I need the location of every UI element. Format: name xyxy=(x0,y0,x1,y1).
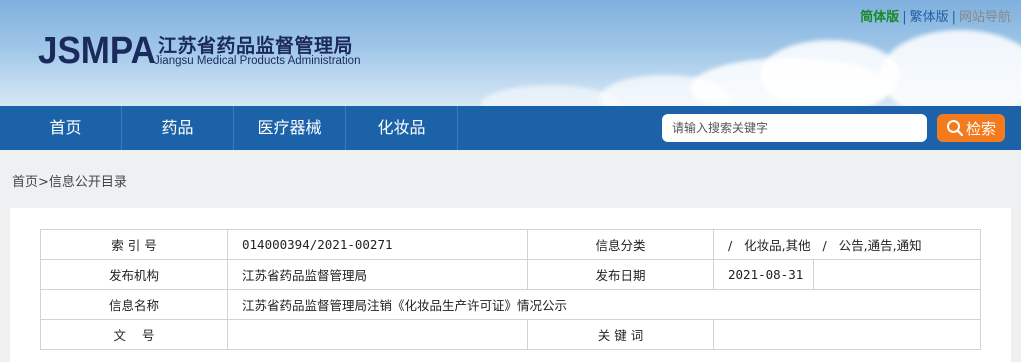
table-row: 文 号 关 键 词 xyxy=(40,319,982,350)
publisher-label: 发布机构 xyxy=(40,259,228,290)
doc-number-label: 文 号 xyxy=(40,319,228,350)
site-name-en: Jiangsu Medical Products Administration xyxy=(154,55,361,67)
link-separator: | xyxy=(951,10,956,25)
category-value: / 化妆品,其他 / 公告,通告,通知 xyxy=(712,229,982,260)
index-value: 014000394/2021-00271 xyxy=(227,229,528,260)
main-nav: 首页 药品 医疗器械 化妆品 检索 xyxy=(0,106,1021,150)
search-input[interactable] xyxy=(662,114,927,142)
table-row: 信息名称 江苏省药品监督管理局注销《化妆品生产许可证》情况公示 xyxy=(40,289,982,320)
link-separator: | xyxy=(902,10,907,25)
empty-cell xyxy=(812,259,982,290)
category-label: 信息分类 xyxy=(527,229,714,260)
nav-item-home[interactable]: 首页 xyxy=(10,106,122,150)
doc-number-value xyxy=(227,319,528,350)
site-logo[interactable]: JSMPA xyxy=(38,30,156,73)
search-button[interactable]: 检索 xyxy=(937,114,1005,142)
simplified-link[interactable]: 简体版 xyxy=(860,10,899,25)
table-row: 发布机构 江苏省药品监督管理局 发布日期 2021-08-31 xyxy=(40,259,982,290)
date-value: 2021-08-31 xyxy=(713,259,814,290)
name-value: 江苏省药品监督管理局注销《化妆品生产许可证》情况公示 xyxy=(226,289,982,320)
date-label: 发布日期 xyxy=(527,259,714,290)
search-button-label: 检索 xyxy=(965,119,996,138)
traditional-link[interactable]: 繁体版 xyxy=(910,10,949,25)
keywords-label: 关 键 词 xyxy=(527,319,714,350)
nav-item-cosmetics[interactable]: 化妆品 xyxy=(346,106,458,150)
cloud-decoration xyxy=(760,40,900,106)
breadcrumb[interactable]: 首页>信息公开目录 xyxy=(12,171,127,190)
header-banner: JSMPA 江苏省药品监督管理局 Jiangsu Medical Product… xyxy=(0,0,1021,106)
keywords-value xyxy=(712,319,982,350)
nav-item-drugs[interactable]: 药品 xyxy=(122,106,234,150)
index-label: 索 引 号 xyxy=(40,229,228,260)
publisher-value: 江苏省药品监督管理局 xyxy=(227,259,528,290)
info-table: 索 引 号 014000394/2021-00271 信息分类 / 化妆品,其他… xyxy=(40,229,982,350)
cloud-decoration xyxy=(480,85,620,106)
top-links: 简体版 | 繁体版 | 网站导航 xyxy=(860,6,1011,25)
nav-item-devices[interactable]: 医疗器械 xyxy=(234,106,346,150)
site-name-cn: 江苏省药品监督管理局 xyxy=(158,35,354,57)
info-card: 索 引 号 014000394/2021-00271 信息分类 / 化妆品,其他… xyxy=(10,208,1011,362)
search-icon xyxy=(946,119,964,137)
site-guide-link[interactable]: 网站导航 xyxy=(959,10,1011,25)
table-row: 索 引 号 014000394/2021-00271 信息分类 / 化妆品,其他… xyxy=(40,229,982,260)
name-label: 信息名称 xyxy=(40,289,228,320)
cloud-decoration xyxy=(880,30,1021,106)
